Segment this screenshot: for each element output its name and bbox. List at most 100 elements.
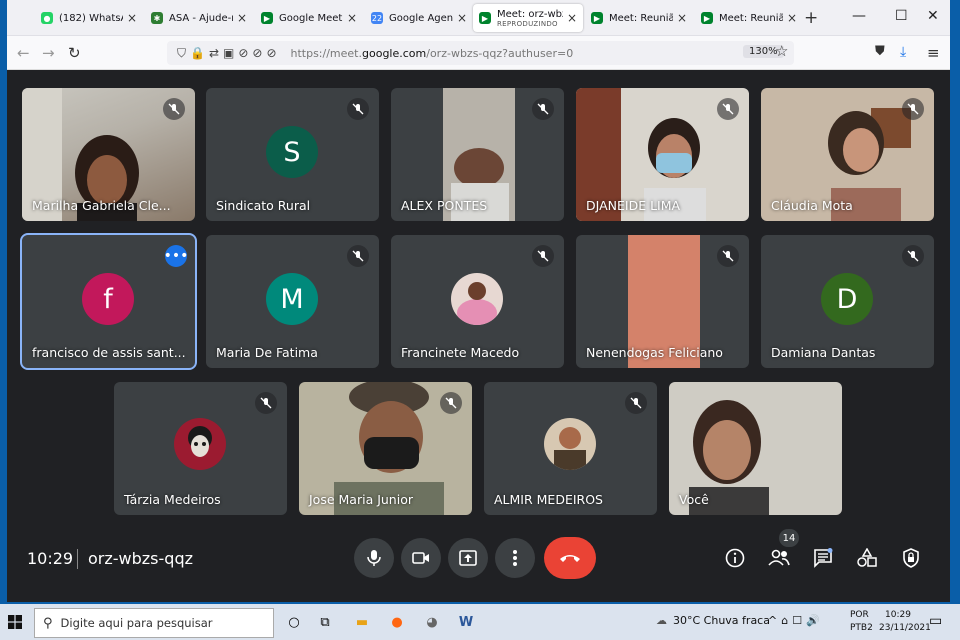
avatar: f: [82, 273, 134, 325]
tab-asa[interactable]: ✱ ASA - Ajude-nos a ×: [145, 4, 253, 32]
participant-tile[interactable]: Tárzia Medeiros: [114, 382, 287, 515]
browser-window: ● (182) WhatsApp × ✱ ASA - Ajude-nos a ×…: [7, 0, 950, 602]
desktop-background: [950, 0, 960, 602]
mic-muted-icon: [717, 245, 739, 267]
close-icon[interactable]: ×: [457, 11, 467, 25]
pocket-icon[interactable]: ⛊: [875, 44, 885, 59]
microphone-button[interactable]: [354, 538, 394, 578]
site-permission-icons[interactable]: ⛉🔒⇄▣⊘⊘⊘: [177, 46, 281, 61]
taskbar-clock[interactable]: 10:29 23/11/2021: [879, 609, 931, 635]
word-icon[interactable]: W: [455, 612, 477, 632]
new-tab-button[interactable]: +: [804, 8, 818, 28]
maximize-button[interactable]: ☐: [895, 8, 908, 24]
close-icon[interactable]: ×: [347, 11, 357, 25]
participant-name: Cláudia Mota: [771, 198, 853, 213]
back-icon[interactable]: ←: [17, 44, 30, 62]
participant-name: Damiana Dantas: [771, 345, 876, 360]
bookmark-star-icon[interactable]: ☆: [775, 42, 788, 60]
chat-button[interactable]: [811, 546, 835, 570]
tab-whatsapp[interactable]: ● (182) WhatsApp ×: [35, 4, 143, 32]
host-controls-button[interactable]: [899, 546, 923, 570]
participant-tile[interactable]: DJANEIDE LIMA: [576, 88, 749, 221]
leave-call-button[interactable]: [544, 537, 596, 579]
minimize-button[interactable]: —: [852, 8, 866, 24]
participant-tile[interactable]: Jose Maria Junior: [299, 382, 472, 515]
language-indicator[interactable]: POR PTB2: [850, 609, 873, 635]
mic-muted-icon: [532, 245, 554, 267]
more-options-button[interactable]: •••: [164, 245, 188, 267]
weather-widget[interactable]: ☁ 30°C Chuva fraca: [656, 614, 770, 627]
participant-name: Tárzia Medeiros: [124, 492, 221, 507]
tab-meet-reuniao-1[interactable]: ▶ Meet: Reunião Mi ×: [585, 4, 693, 32]
notification-icon[interactable]: ▭: [929, 613, 942, 629]
divider: [77, 549, 78, 569]
calendar-icon: 22: [371, 12, 383, 24]
hang-up-icon: [560, 555, 580, 562]
menu-icon[interactable]: ≡: [927, 44, 940, 62]
close-window-button[interactable]: ✕: [927, 8, 939, 24]
participant-name: Marilha Gabriela Cle...: [32, 198, 171, 213]
system-tray-icons[interactable]: ^⌂☐🔊: [768, 614, 824, 627]
microphone-icon: [367, 550, 381, 566]
download-icon[interactable]: ⤓: [900, 44, 906, 60]
windows-taskbar: ⚲ Digite aqui para pesquisar ○ ⧉ ▬ ● ◕ W…: [0, 604, 960, 640]
address-bar[interactable]: ⛉🔒⇄▣⊘⊘⊘ https://meet.google.com/orz-wbzs…: [167, 41, 794, 65]
activities-button[interactable]: [855, 546, 879, 570]
start-button[interactable]: [8, 614, 22, 633]
mic-muted-icon: [440, 392, 462, 414]
participant-tile[interactable]: S Sindicato Rural: [206, 88, 379, 221]
file-explorer-icon[interactable]: ▬: [351, 612, 373, 632]
participant-tile[interactable]: Cláudia Mota: [761, 88, 934, 221]
meeting-code: orz-wbzs-qqz: [88, 549, 193, 568]
participant-tile[interactable]: Francinete Macedo: [391, 235, 564, 368]
participant-tile[interactable]: ALMIR MEDEIROS: [484, 382, 657, 515]
cortana-icon[interactable]: ○: [283, 612, 305, 632]
taskbar-search[interactable]: ⚲ Digite aqui para pesquisar: [34, 608, 274, 638]
more-options-button[interactable]: [495, 538, 535, 578]
meet-icon: ▶: [591, 12, 603, 24]
present-screen-icon: [459, 550, 477, 566]
close-icon[interactable]: ×: [237, 11, 247, 25]
camera-button[interactable]: [401, 538, 441, 578]
tab-google-meet[interactable]: ▶ Google Meet ×: [255, 4, 363, 32]
present-screen-button[interactable]: [448, 538, 488, 578]
participant-name: Maria De Fatima: [216, 345, 318, 360]
close-icon[interactable]: ×: [677, 11, 687, 25]
meeting-details-button[interactable]: [723, 546, 747, 570]
participant-name: ALEX PONTES: [401, 198, 488, 213]
participant-tile[interactable]: Marilha Gabriela Cle...: [22, 88, 195, 221]
mic-muted-icon: [902, 98, 924, 120]
tab-title: Meet: orz-wbzs-qq: [497, 8, 563, 20]
forward-icon[interactable]: →: [42, 44, 55, 62]
search-icon: ⚲: [43, 615, 53, 631]
meet-icon: ▶: [479, 12, 491, 24]
participant-tile[interactable]: f ••• francisco de assis sant...: [20, 233, 197, 370]
reload-icon[interactable]: ↻: [68, 44, 81, 62]
mic-muted-icon: [255, 392, 277, 414]
participant-name: francisco de assis sant...: [32, 345, 186, 360]
participant-tile[interactable]: Nenendogas Feliciano: [576, 235, 749, 368]
people-button[interactable]: [767, 546, 791, 570]
task-view-icon[interactable]: ⧉: [314, 612, 336, 632]
tab-google-agenda[interactable]: 22 Google Agenda - S ×: [365, 4, 473, 32]
app-icon[interactable]: ◕: [421, 612, 443, 632]
participant-name: Sindicato Rural: [216, 198, 311, 213]
participant-tile[interactable]: D Damiana Dantas: [761, 235, 934, 368]
tab-meet-reuniao-2[interactable]: ▶ Meet: Reunião Mi ×: [695, 4, 803, 32]
participant-tile[interactable]: M Maria De Fatima: [206, 235, 379, 368]
more-vert-icon: [513, 550, 517, 566]
meeting-controls-bar: 10:29 orz-wbzs-qqz 14: [7, 529, 950, 590]
chat-icon: [814, 548, 833, 568]
cloud-rain-icon: ☁: [656, 614, 667, 627]
firefox-icon[interactable]: ●: [386, 612, 408, 632]
participant-count-badge: 14: [779, 529, 799, 547]
close-icon[interactable]: ×: [567, 11, 577, 25]
tab-playing-label: REPRODUZINDO: [497, 19, 558, 28]
tab-meet-active[interactable]: ▶ Meet: orz-wbzs-qq REPRODUZINDO ×: [473, 4, 583, 32]
close-icon[interactable]: ×: [787, 11, 797, 25]
camera-icon: [412, 552, 429, 564]
close-icon[interactable]: ×: [127, 11, 137, 25]
participant-tile self-view[interactable]: Você: [669, 382, 842, 515]
mic-muted-icon: [347, 245, 369, 267]
participant-tile[interactable]: ALEX PONTES: [391, 88, 564, 221]
